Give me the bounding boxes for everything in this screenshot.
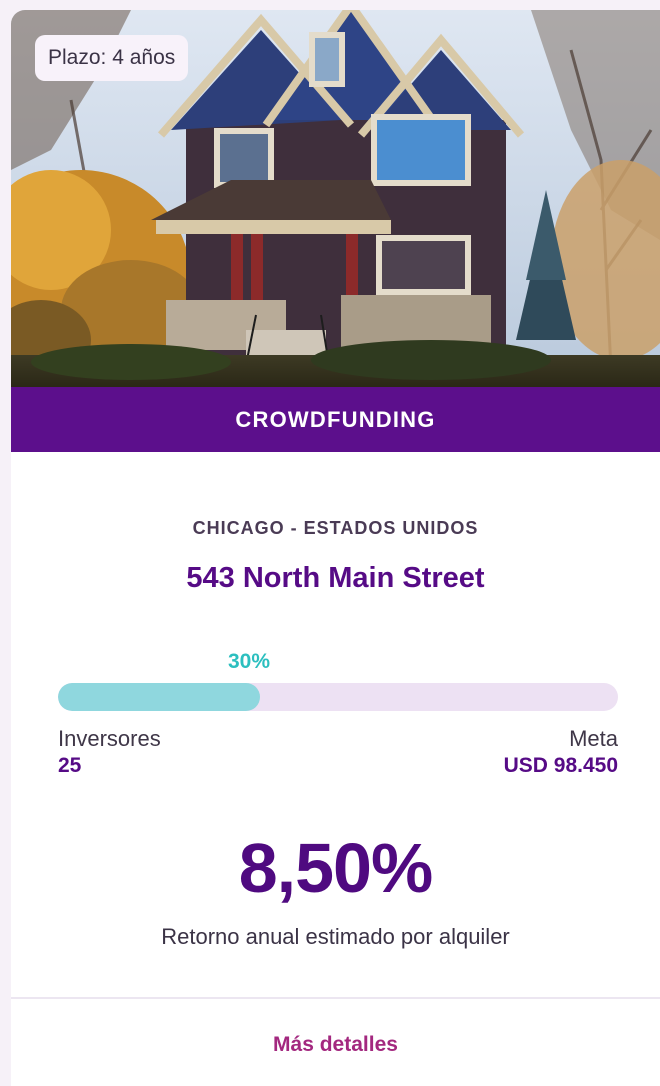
- investors-value: 25: [58, 754, 82, 777]
- goal-label: Meta: [569, 726, 618, 751]
- investors-stat: Inversores 25: [58, 726, 161, 778]
- funding-progress-bar: [58, 683, 618, 711]
- property-location: CHICAGO - ESTADOS UNIDOS: [192, 518, 479, 538]
- property-photo[interactable]: Plazo: 4 años: [11, 10, 660, 388]
- card-divider: [11, 997, 660, 999]
- property-card[interactable]: Plazo: 4 años CROWDFUNDING CHICAGO - EST…: [11, 10, 660, 1086]
- more-details-link[interactable]: Más detalles: [11, 1033, 660, 1057]
- category-banner: CROWDFUNDING: [11, 387, 660, 452]
- investors-label: Inversores: [58, 726, 161, 751]
- property-address[interactable]: 543 North Main Street: [11, 562, 660, 595]
- goal-stat: Meta USD 98.450: [504, 726, 618, 778]
- goal-value: USD 98.450: [503, 754, 618, 777]
- funding-progress-fill: [58, 683, 260, 711]
- annual-return-caption: Retorno anual estimado por alquiler: [161, 924, 510, 949]
- annual-return-rate: 8,50%: [238, 829, 433, 907]
- funding-progress-label: 30%: [227, 650, 271, 673]
- term-badge: Plazo: 4 años: [35, 35, 189, 81]
